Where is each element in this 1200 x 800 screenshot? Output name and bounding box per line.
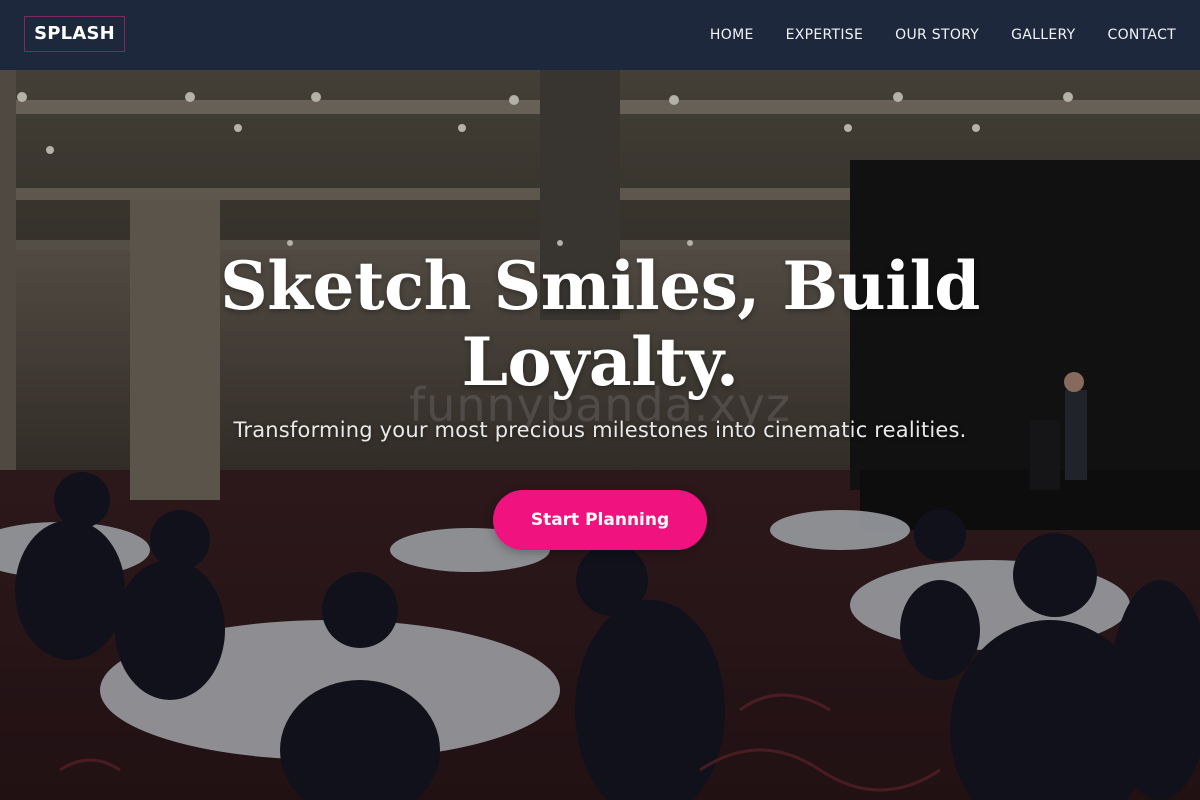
hero-headline: Sketch Smiles, Build Loyalty. — [220, 247, 980, 401]
nav-link-gallery[interactable]: GALLERY — [1011, 27, 1075, 43]
main-nav: HOME EXPERTISE OUR STORY GALLERY CONTACT — [710, 0, 1176, 70]
start-planning-button[interactable]: Start Planning — [493, 490, 707, 550]
nav-link-contact[interactable]: CONTACT — [1108, 27, 1177, 43]
nav-link-our-story[interactable]: OUR STORY — [895, 27, 979, 43]
top-navbar: SPLASH HOME EXPERTISE OUR STORY GALLERY … — [0, 0, 1200, 70]
brand-logo[interactable]: SPLASH — [24, 16, 125, 52]
hero-section: funnypanda.xyz Sketch Smiles, Build Loya… — [0, 70, 1200, 800]
hero-subheadline: Transforming your most precious mileston… — [233, 418, 967, 442]
nav-link-home[interactable]: HOME — [710, 27, 754, 43]
nav-link-expertise[interactable]: EXPERTISE — [786, 27, 864, 43]
